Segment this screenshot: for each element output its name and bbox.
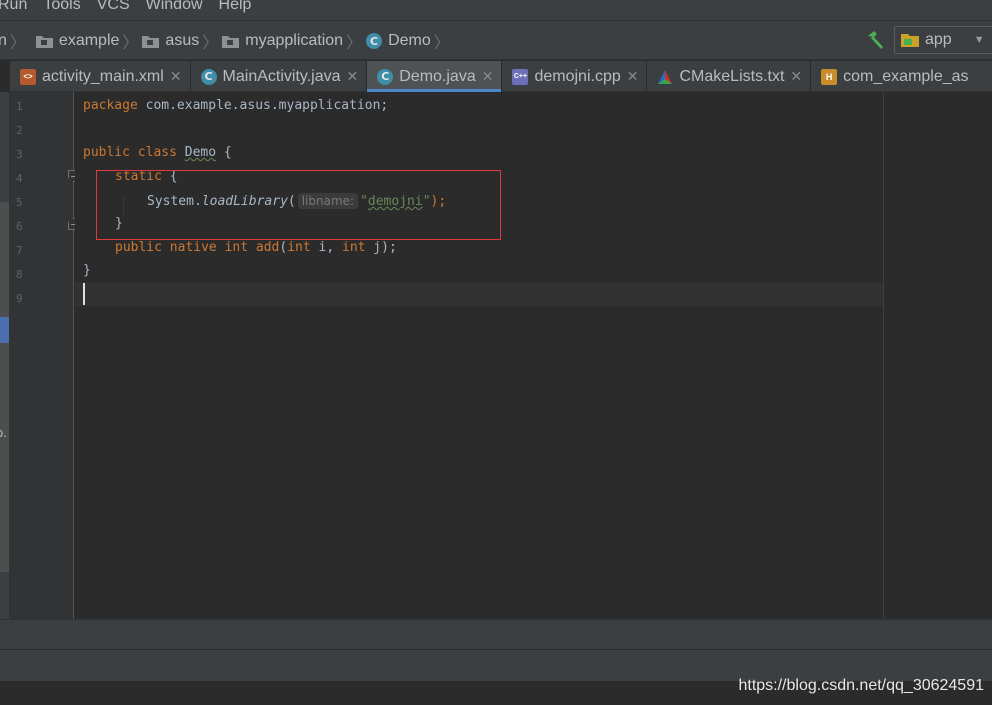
annotation-highlight-box — [96, 170, 501, 240]
folder-icon — [35, 35, 53, 48]
code-line-3: public class Demo { — [83, 145, 232, 161]
keyword: package — [83, 98, 138, 113]
close-icon[interactable]: ✕ — [482, 68, 494, 85]
code-line-1: package com.example.asus.myapplication; — [83, 98, 388, 114]
navigation-bar: n 〉 example 〉 asus 〉 myapplication 〉 C D… — [0, 20, 992, 60]
run-configuration-label: app — [925, 31, 952, 48]
tab-demo-java[interactable]: C Demo.java ✕ — [367, 61, 503, 92]
class-name: Demo — [184, 145, 217, 160]
line-number: 3 — [16, 148, 23, 161]
menu-tools[interactable]: Tools — [43, 0, 80, 13]
menu-bar: Run Tools VCS Window Help — [0, 0, 992, 20]
breadcrumb-item-demo[interactable]: C Demo 〉 — [366, 29, 450, 53]
breadcrumb: n 〉 example 〉 asus 〉 myapplication 〉 C D… — [0, 21, 454, 61]
watermark-text: https://blog.csdn.net/qq_30624591 — [738, 677, 984, 694]
tab-demojni-cpp[interactable]: C++ demojni.cpp ✕ — [502, 61, 648, 92]
code-line-7: public native int add(int i, int j); — [115, 240, 397, 256]
truncated-panel-text: o. — [0, 426, 7, 440]
tab-label: Demo.java — [399, 67, 476, 85]
chevron-right-icon: 〉 — [346, 35, 363, 52]
menu-help[interactable]: Help — [219, 0, 252, 13]
line-number: 7 — [16, 244, 23, 257]
tab-label: CMakeLists.txt — [679, 67, 785, 85]
menu-vcs[interactable]: VCS — [97, 0, 130, 13]
close-icon[interactable]: ✕ — [347, 68, 359, 85]
close-icon[interactable]: ✕ — [170, 68, 182, 85]
line-number: 5 — [16, 196, 23, 209]
code-line-8: } — [83, 263, 91, 279]
breadcrumb-label: asus — [165, 32, 200, 49]
keyword: int — [287, 240, 311, 255]
project-panel-scrollbar[interactable] — [0, 202, 9, 572]
editor-gutter[interactable]: 1 2 3 4 5 6 7 8 9 — [10, 92, 80, 619]
keyword: public class — [83, 145, 177, 160]
code-text: j); — [365, 240, 397, 255]
build-hammer-icon[interactable] — [866, 30, 886, 50]
breadcrumb-item-myapplication[interactable]: myapplication 〉 — [222, 29, 362, 53]
line-number: 2 — [16, 124, 23, 137]
menu-run[interactable]: Run — [0, 0, 27, 13]
java-class-icon: C — [377, 68, 394, 85]
current-line-highlight — [75, 282, 992, 306]
chevron-right-icon: 〉 — [433, 35, 450, 52]
tab-label: demojni.cpp — [534, 67, 621, 85]
chevron-right-icon: 〉 — [9, 35, 26, 52]
line-number: 9 — [16, 292, 23, 305]
selected-tree-row-marker[interactable] — [0, 317, 9, 343]
line-number: 4 — [16, 172, 23, 185]
tab-com-example-header[interactable]: H com_example_as — [811, 61, 976, 92]
function-name: add — [255, 240, 280, 255]
tab-label: com_example_as — [843, 67, 969, 85]
tab-label: activity_main.xml — [42, 67, 164, 85]
java-class-icon: C — [366, 33, 383, 49]
android-app-module-icon — [901, 34, 919, 47]
menu-window[interactable]: Window — [146, 0, 203, 13]
folder-icon — [222, 35, 240, 48]
editor-tab-bar: <> activity_main.xml ✕ C MainActivity.ja… — [10, 61, 992, 92]
editor-right-area — [884, 92, 992, 619]
run-configuration-dropdown[interactable]: app ▼ — [894, 26, 992, 54]
keyword: int — [342, 240, 366, 255]
breadcrumb-item-example[interactable]: example 〉 — [35, 29, 139, 53]
code-text: } — [83, 263, 91, 278]
code-text: com.example.asus.myapplication; — [137, 98, 389, 113]
cmake-icon — [658, 69, 673, 84]
line-number: 6 — [16, 220, 23, 233]
close-icon[interactable]: ✕ — [627, 68, 639, 85]
keyword: public native int — [115, 240, 249, 255]
tab-cmakelists-txt[interactable]: CMakeLists.txt ✕ — [647, 61, 812, 92]
folder-icon — [142, 35, 160, 48]
tab-activity-main-xml[interactable]: <> activity_main.xml ✕ — [10, 61, 191, 92]
xml-file-icon: <> — [20, 68, 36, 85]
breadcrumb-label: example — [58, 32, 120, 49]
java-class-icon: C — [200, 68, 217, 85]
chevron-right-icon: 〉 — [202, 35, 219, 52]
breadcrumb-label: Demo — [388, 32, 431, 49]
close-icon[interactable]: ✕ — [790, 68, 802, 85]
breadcrumb-item[interactable]: n 〉 — [0, 29, 26, 53]
line-number: 8 — [16, 268, 23, 281]
tab-mainactivity-java[interactable]: C MainActivity.java ✕ — [191, 61, 368, 92]
left-tool-window-strip: o. — [0, 92, 10, 619]
code-text: i, — [310, 240, 342, 255]
header-file-icon: H — [821, 68, 838, 85]
chevron-right-icon: 〉 — [122, 35, 139, 52]
line-number: 1 — [16, 100, 23, 113]
cpp-file-icon: C++ — [512, 68, 529, 85]
text-caret — [83, 283, 85, 305]
tab-label: MainActivity.java — [222, 67, 341, 85]
breadcrumb-item-asus[interactable]: asus 〉 — [142, 29, 218, 53]
breadcrumb-label: n — [0, 32, 7, 49]
chevron-down-icon: ▼ — [973, 34, 985, 46]
editor-bottom-panel — [0, 619, 992, 649]
code-text: { — [216, 145, 232, 160]
breadcrumb-label: myapplication — [245, 32, 344, 49]
